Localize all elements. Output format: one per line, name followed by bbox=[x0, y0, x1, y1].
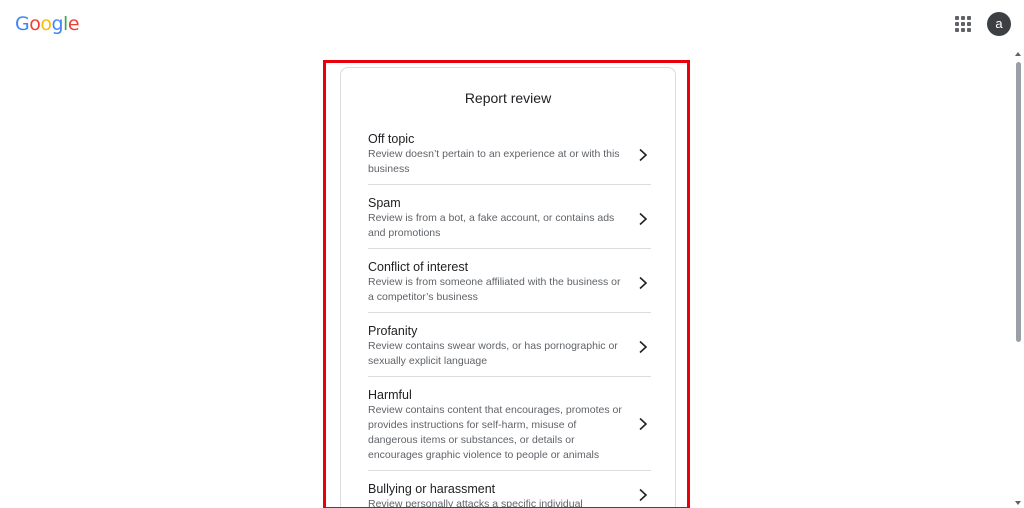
logo-letter: o bbox=[29, 13, 41, 35]
option-profanity[interactable]: Profanity Review contains swear words, o… bbox=[368, 313, 651, 377]
option-description: Review is from someone affiliated with t… bbox=[368, 276, 621, 303]
option-spam[interactable]: Spam Review is from a bot, a fake accoun… bbox=[368, 185, 651, 249]
google-logo[interactable]: G o o g l e bbox=[15, 12, 80, 36]
option-off-topic[interactable]: Off topic Review doesn’t pertain to an e… bbox=[368, 125, 651, 185]
option-harmful[interactable]: Harmful Review contains content that enc… bbox=[368, 377, 651, 471]
report-review-dialog: Report review Off topic Review doesn’t p… bbox=[340, 67, 676, 508]
chevron-right-icon bbox=[639, 340, 648, 354]
chevron-right-icon bbox=[639, 212, 648, 226]
page: G o o g l e a Report review Off topic Re… bbox=[0, 0, 1024, 508]
highlight-frame: Report review Off topic Review doesn’t p… bbox=[323, 60, 690, 508]
option-bullying-or-harassment[interactable]: Bullying or harassment Review personally… bbox=[368, 471, 651, 508]
option-title: Bullying or harassment bbox=[368, 482, 496, 496]
logo-letter: e bbox=[67, 13, 80, 35]
dialog-title: Report review bbox=[464, 90, 552, 106]
option-title: Off topic bbox=[368, 132, 415, 146]
logo-letter: g bbox=[51, 13, 64, 35]
logo-letter: o bbox=[40, 13, 52, 35]
chevron-right-icon bbox=[639, 488, 648, 502]
option-title: Harmful bbox=[368, 388, 412, 402]
option-description: Review contains content that encourages,… bbox=[368, 404, 622, 461]
account-avatar[interactable]: a bbox=[987, 12, 1011, 36]
scroll-up-arrow-icon[interactable] bbox=[1015, 52, 1021, 56]
option-title: Profanity bbox=[368, 324, 418, 338]
option-title: Spam bbox=[368, 196, 401, 210]
option-description: Review contains swear words, or has porn… bbox=[368, 340, 618, 367]
scroll-down-arrow-icon[interactable] bbox=[1015, 501, 1021, 505]
option-conflict-of-interest[interactable]: Conflict of interest Review is from some… bbox=[368, 249, 651, 313]
option-description: Review personally attacks a specific ind… bbox=[368, 498, 583, 508]
page-scrollbar[interactable] bbox=[1012, 50, 1024, 508]
chevron-right-icon bbox=[639, 417, 648, 431]
logo-letter: G bbox=[15, 13, 30, 35]
chevron-right-icon bbox=[639, 148, 648, 162]
option-description: Review doesn’t pertain to an experience … bbox=[368, 148, 620, 175]
chevron-right-icon bbox=[639, 276, 648, 290]
option-title: Conflict of interest bbox=[368, 260, 469, 274]
scrollbar-thumb[interactable] bbox=[1016, 62, 1021, 342]
apps-grid-icon[interactable] bbox=[954, 15, 974, 35]
option-description: Review is from a bot, a fake account, or… bbox=[368, 212, 615, 239]
